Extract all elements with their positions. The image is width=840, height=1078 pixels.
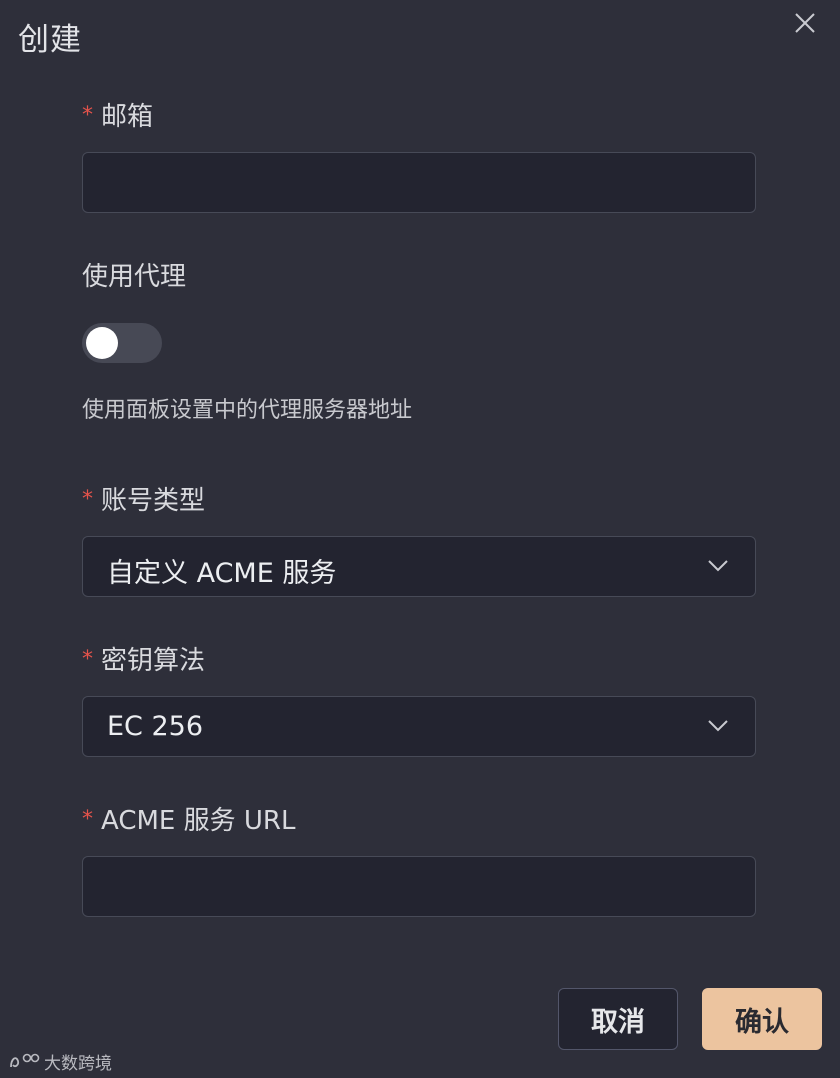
email-label: * 邮箱 (82, 96, 153, 133)
acme-url-label: * ACME 服务 URL (82, 800, 295, 837)
required-mark: * (82, 103, 93, 128)
confirm-button[interactable]: 确认 (702, 988, 822, 1050)
key-algorithm-label-text: 密钥算法 (101, 646, 206, 676)
required-mark: * (82, 487, 93, 512)
account-type-label-text: 账号类型 (101, 486, 206, 516)
account-type-select[interactable]: 自定义 ACME 服务 (82, 536, 756, 597)
close-icon[interactable] (792, 10, 818, 36)
account-type-label: * 账号类型 (82, 480, 205, 517)
toggle-knob (86, 327, 118, 359)
create-dialog: 创建 * 邮箱 使用代理 使用面板设置中的代理服务器地址 * 账号类型 自定义 AC… (0, 0, 840, 1078)
dialog-title: 创建 (18, 22, 82, 58)
cancel-button[interactable]: 取消 (558, 988, 678, 1050)
watermark-text: 大数跨境 (44, 1053, 112, 1074)
use-proxy-toggle[interactable] (82, 323, 162, 363)
acme-url-input[interactable] (83, 857, 755, 916)
email-field-box (82, 152, 756, 213)
chevron-down-icon (708, 560, 728, 572)
required-mark: * (82, 807, 93, 832)
required-mark: * (82, 647, 93, 672)
email-input[interactable] (83, 153, 755, 212)
account-type-value: 自定义 ACME 服务 (107, 558, 337, 589)
email-label-text: 邮箱 (101, 102, 154, 132)
acme-url-label-text: ACME 服务 URL (101, 806, 296, 836)
key-algorithm-label: * 密钥算法 (82, 640, 205, 677)
watermark: 大数跨境 (8, 1048, 112, 1074)
chevron-down-icon (708, 720, 728, 732)
acme-url-field-box (82, 856, 756, 917)
watermark-logo-icon (10, 1053, 40, 1068)
key-algorithm-value: EC 256 (107, 711, 204, 742)
key-algorithm-select[interactable]: EC 256 (82, 696, 756, 757)
use-proxy-label: 使用代理 (82, 262, 187, 292)
use-proxy-hint: 使用面板设置中的代理服务器地址 (82, 398, 413, 423)
